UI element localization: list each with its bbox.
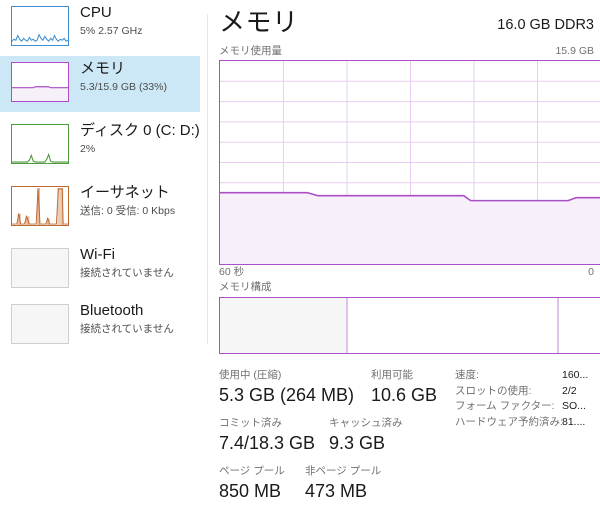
sidebar-item-bluetooth-title: Bluetooth — [80, 302, 144, 319]
memory-spec-table: 速度: 160... スロットの使用: 2/2 フォーム ファクター: SO..… — [455, 368, 600, 430]
task-manager-performance-view: CPU 5% 2.57 GHz メモリ 5.3/15.9 GB (33%) ディ… — [0, 0, 600, 518]
sidebar-item-cpu-subtitle: 5% 2.57 GHz — [80, 25, 143, 37]
spec-row-slots: スロットの使用: 2/2 — [455, 384, 600, 400]
spec-row-speed: 速度: 160... — [455, 368, 600, 384]
stat-paged-pool: ページ プール 850 MB — [219, 464, 285, 503]
stat-cached-value: 9.3 GB — [329, 433, 386, 453]
disk-sparkline-thumbnail — [11, 124, 69, 164]
stat-row-pools: ページ プール 850 MB 非ページ プール 473 MB — [219, 464, 441, 512]
sidebar-item-ethernet[interactable]: イーサネット 送信: 0 受信: 0 Kbps — [0, 180, 200, 236]
composition-segment-available[interactable] — [345, 298, 558, 353]
stat-available-label: 利用可能 — [371, 369, 413, 381]
sidebar-item-ethernet-subtitle: 送信: 0 受信: 0 Kbps — [80, 205, 176, 217]
memory-composition-bar[interactable] — [219, 297, 600, 354]
memory-usage-chart — [220, 61, 600, 264]
stat-in-use: 使用中 (圧縮) 5.3 GB (264 MB) — [219, 368, 354, 407]
spec-slots-value: 2/2 — [562, 384, 577, 397]
spec-speed-value: 160... — [562, 369, 589, 381]
sidebar-item-memory-title: メモリ — [80, 60, 126, 77]
stat-paged-pool-label: ページ プール — [219, 465, 285, 477]
stat-paged-pool-value: 850 MB — [219, 481, 282, 501]
stat-nonpaged-pool-value: 473 MB — [305, 481, 368, 501]
sidebar-item-wifi-subtitle: 接続されていません — [80, 267, 174, 279]
ethernet-sparkline-thumbnail — [11, 186, 69, 226]
statistics-left-column: 使用中 (圧縮) 5.3 GB (264 MB) 利用可能 10.6 GB コミ… — [219, 368, 441, 512]
sidebar-item-cpu-text: CPU 5% 2.57 GHz — [80, 0, 142, 39]
sidebar-item-memory-text: メモリ 5.3/15.9 GB (33%) — [80, 56, 167, 95]
cpu-sparkline-thumbnail — [11, 6, 69, 46]
stat-in-use-value: 5.3 GB (264 MB) — [219, 385, 355, 405]
stat-in-use-label: 使用中 (圧縮) — [219, 369, 282, 381]
composition-segment-in-use[interactable] — [220, 298, 346, 353]
sidebar-item-wifi[interactable]: Wi-Fi 接続されていません — [0, 242, 200, 298]
graph-caption: メモリ使用量 — [219, 45, 282, 57]
page-title: メモリ — [219, 7, 299, 37]
sidebar-item-ethernet-title: イーサネット — [80, 184, 170, 201]
resource-sidebar: CPU 5% 2.57 GHz メモリ 5.3/15.9 GB (33%) ディ… — [0, 0, 208, 518]
sidebar-item-disk0-title: ディスク 0 (C: D:) — [80, 122, 200, 139]
stat-committed: コミット済み 7.4/18.3 GB — [219, 416, 315, 455]
sidebar-item-disk0-subtitle: 2% — [80, 143, 96, 155]
sidebar-item-bluetooth-text: Bluetooth 接続されていません — [80, 298, 174, 337]
spec-form-factor-value: SO... — [562, 400, 586, 412]
sidebar-item-wifi-text: Wi-Fi 接続されていません — [80, 242, 174, 281]
sidebar-item-memory[interactable]: メモリ 5.3/15.9 GB (33%) — [0, 56, 200, 112]
graph-max-label: 15.9 GB — [555, 45, 594, 57]
sidebar-item-cpu[interactable]: CPU 5% 2.57 GHz — [0, 0, 200, 56]
graph-axis-left-label: 60 秒 — [219, 266, 245, 278]
memory-sparkline-thumbnail — [11, 62, 69, 102]
memory-statistics: 使用中 (圧縮) 5.3 GB (264 MB) 利用可能 10.6 GB コミ… — [219, 368, 600, 513]
stat-row-usage: 使用中 (圧縮) 5.3 GB (264 MB) 利用可能 10.6 GB — [219, 368, 441, 416]
stat-committed-value: 7.4/18.3 GB — [219, 433, 316, 453]
memory-usage-graph[interactable] — [219, 60, 600, 265]
stat-committed-label: コミット済み — [219, 417, 282, 429]
stat-nonpaged-pool-label: 非ページ プール — [305, 465, 382, 477]
sidebar-item-memory-subtitle: 5.3/15.9 GB (33%) — [80, 81, 167, 93]
stat-row-committed: コミット済み 7.4/18.3 GB キャッシュ済み 9.3 GB — [219, 416, 441, 464]
sidebar-item-bluetooth-subtitle: 接続されていません — [80, 323, 174, 335]
spec-form-factor-label: フォーム ファクター: — [455, 400, 555, 412]
stat-cached-label: キャッシュ済み — [329, 417, 403, 429]
spec-hardware-reserved-value: 81.... — [562, 415, 586, 428]
wifi-sparkline-thumbnail — [11, 248, 69, 288]
graph-axis-right-label: 0 — [588, 266, 594, 278]
spec-slots-label: スロットの使用: — [455, 384, 532, 397]
bluetooth-sparkline-thumbnail — [11, 304, 69, 344]
spec-row-form-factor: フォーム ファクター: SO... — [455, 399, 600, 415]
sidebar-item-disk0[interactable]: ディスク 0 (C: D:) 2% — [0, 118, 200, 174]
sidebar-item-disk0-text: ディスク 0 (C: D:) 2% — [80, 118, 200, 157]
composition-caption: メモリ構成 — [219, 281, 272, 293]
spec-speed-label: 速度: — [455, 369, 479, 381]
stat-available-value: 10.6 GB — [371, 385, 438, 405]
composition-segment-reserved[interactable] — [557, 298, 600, 353]
stat-available: 利用可能 10.6 GB — [371, 368, 437, 407]
sidebar-item-ethernet-text: イーサネット 送信: 0 受信: 0 Kbps — [80, 180, 175, 219]
memory-detail-panel: メモリ 16.0 GB DDR3 メモリ使用量 15.9 GB 60 秒 0 メ… — [208, 0, 600, 518]
hardware-spec-label: 16.0 GB DDR3 — [497, 17, 594, 33]
spec-row-hardware-reserved: ハードウェア予約済み: 81.... — [455, 415, 600, 431]
stat-cached: キャッシュ済み 9.3 GB — [329, 416, 403, 455]
sidebar-item-wifi-title: Wi-Fi — [80, 246, 115, 263]
stat-nonpaged-pool: 非ページ プール 473 MB — [305, 464, 381, 503]
sidebar-item-bluetooth[interactable]: Bluetooth 接続されていません — [0, 298, 200, 354]
spec-hardware-reserved-label: ハードウェア予約済み: — [455, 415, 563, 428]
sidebar-item-cpu-title: CPU — [80, 4, 112, 21]
